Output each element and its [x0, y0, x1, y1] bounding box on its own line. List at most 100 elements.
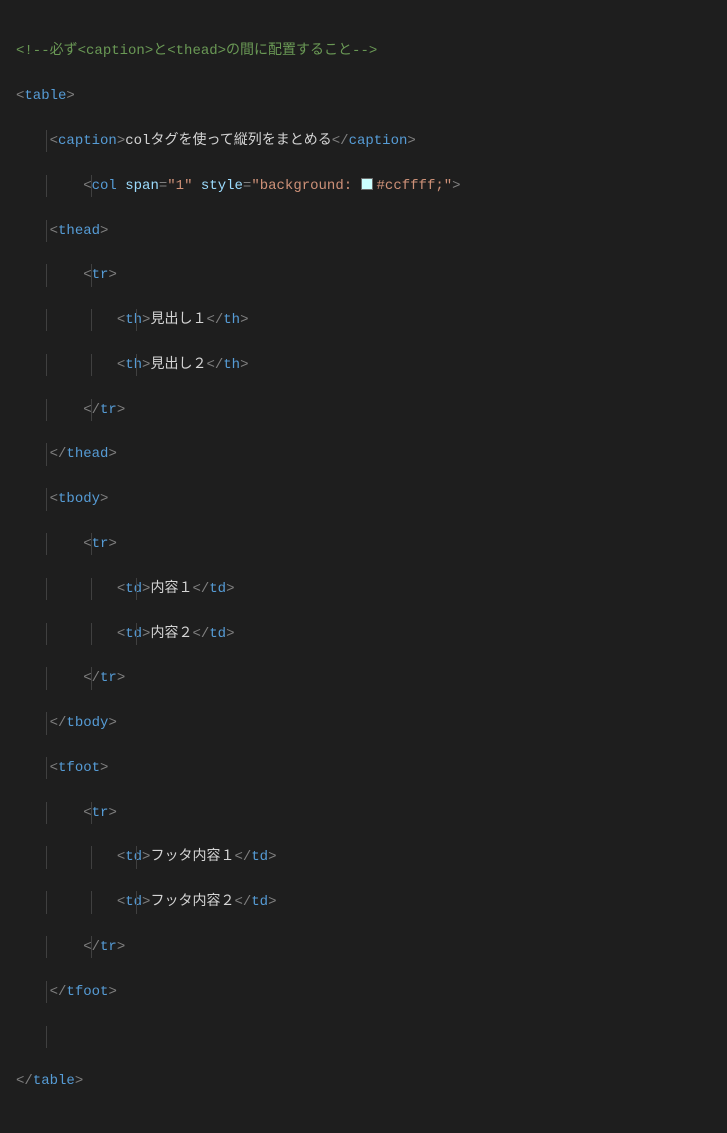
angle-bracket: > [407, 133, 415, 149]
td-tag: td [125, 626, 142, 642]
code-line [16, 1026, 711, 1048]
angle-bracket: < [50, 133, 58, 149]
angle-bracket: > [75, 1073, 83, 1089]
angle-bracket: > [108, 715, 116, 731]
code-line: <tr> [16, 802, 711, 824]
tbody-tag: tbody [66, 715, 108, 731]
angle-bracket: </ [332, 133, 349, 149]
angle-bracket: > [108, 984, 116, 1000]
angle-bracket: < [117, 849, 125, 865]
angle-bracket: > [268, 849, 276, 865]
code-line: <tbody> [16, 488, 711, 510]
table-tag: table [33, 1073, 75, 1089]
comment-thead-tag: <thead> [167, 43, 226, 59]
td-tag: td [209, 626, 226, 642]
angle-bracket: < [117, 581, 125, 597]
comment-text: 必ず [50, 43, 78, 59]
angle-bracket: > [100, 760, 108, 776]
color-swatch-icon [361, 178, 373, 190]
td-text: フッタ内容２ [150, 894, 234, 910]
th-text: 見出し２ [150, 357, 206, 373]
code-line: <th>見出し２</th> [16, 354, 711, 376]
angle-bracket: < [50, 491, 58, 507]
code-line: <col span="1" style="background: #ccffff… [16, 175, 711, 197]
code-line: <!--必ず<caption>と<thead>の間に配置すること--> [16, 40, 711, 62]
code-line: <tfoot> [16, 757, 711, 779]
angle-bracket: > [108, 805, 116, 821]
td-tag: td [209, 581, 226, 597]
angle-bracket: </ [234, 894, 251, 910]
equals: = [159, 178, 167, 194]
tfoot-tag: tfoot [58, 760, 100, 776]
code-line: <tr> [16, 533, 711, 555]
tr-tag: tr [100, 402, 117, 418]
thead-tag: thead [58, 223, 100, 239]
tbody-tag: tbody [58, 491, 100, 507]
angle-bracket: > [268, 894, 276, 910]
td-tag: td [125, 581, 142, 597]
angle-bracket: < [50, 223, 58, 239]
angle-bracket: </ [16, 1073, 33, 1089]
angle-bracket: > [117, 402, 125, 418]
td-tag: td [251, 894, 268, 910]
angle-bracket: </ [206, 357, 223, 373]
span-value: "1" [167, 178, 192, 194]
td-tag: td [125, 894, 142, 910]
tr-tag: tr [92, 536, 109, 552]
thead-tag: thead [66, 446, 108, 462]
code-line: </tbody> [16, 712, 711, 734]
tr-tag: tr [100, 670, 117, 686]
td-tag: td [251, 849, 268, 865]
th-text: 見出し１ [150, 312, 206, 328]
code-line: <td>フッタ内容１</td> [16, 846, 711, 868]
angle-bracket: </ [50, 715, 67, 731]
angle-bracket: > [452, 178, 460, 194]
tfoot-tag: tfoot [66, 984, 108, 1000]
style-value-post: #ccffff;" [377, 178, 453, 194]
code-line: </table> [16, 1070, 711, 1092]
code-line: <td>フッタ内容２</td> [16, 891, 711, 913]
comment-open: <!-- [16, 43, 50, 59]
tr-tag: tr [100, 939, 117, 955]
caption-tag: caption [58, 133, 117, 149]
angle-bracket: </ [192, 626, 209, 642]
angle-bracket: > [108, 446, 116, 462]
angle-bracket: < [117, 357, 125, 373]
angle-bracket: < [50, 760, 58, 776]
angle-bracket: > [108, 536, 116, 552]
angle-bracket: </ [206, 312, 223, 328]
angle-bracket: </ [50, 446, 67, 462]
angle-bracket: < [117, 894, 125, 910]
code-line: <th>見出し１</th> [16, 309, 711, 331]
td-text: 内容１ [150, 581, 192, 597]
angle-bracket: > [240, 312, 248, 328]
code-line: </tr> [16, 667, 711, 689]
angle-bracket: > [226, 626, 234, 642]
angle-bracket: > [100, 223, 108, 239]
code-line: <caption>colタグを使って縦列をまとめる</caption> [16, 130, 711, 152]
angle-bracket: </ [192, 581, 209, 597]
style-attr: style [201, 178, 243, 194]
angle-bracket: > [142, 849, 150, 865]
span-attr: span [125, 178, 159, 194]
td-text: 内容２ [150, 626, 192, 642]
td-tag: td [125, 849, 142, 865]
th-tag: th [223, 357, 240, 373]
angle-bracket: < [117, 626, 125, 642]
code-line: </thead> [16, 443, 711, 465]
code-editor: <!--必ず<caption>と<thead>の間に配置すること--> < tab… [0, 0, 727, 1133]
tr-tag: tr [92, 267, 109, 283]
angle-bracket: > [66, 88, 74, 104]
angle-bracket: > [100, 491, 108, 507]
code-line: <thead> [16, 220, 711, 242]
th-tag: th [125, 357, 142, 373]
comment-caption-tag: <caption> [78, 43, 154, 59]
angle-bracket: </ [50, 984, 67, 1000]
caption-tag: caption [349, 133, 408, 149]
angle-bracket: > [117, 133, 125, 149]
angle-bracket: </ [234, 849, 251, 865]
code-line: </tr> [16, 936, 711, 958]
code-line: <td>内容１</td> [16, 578, 711, 600]
angle-bracket: > [117, 670, 125, 686]
code-line: </tr> [16, 399, 711, 421]
